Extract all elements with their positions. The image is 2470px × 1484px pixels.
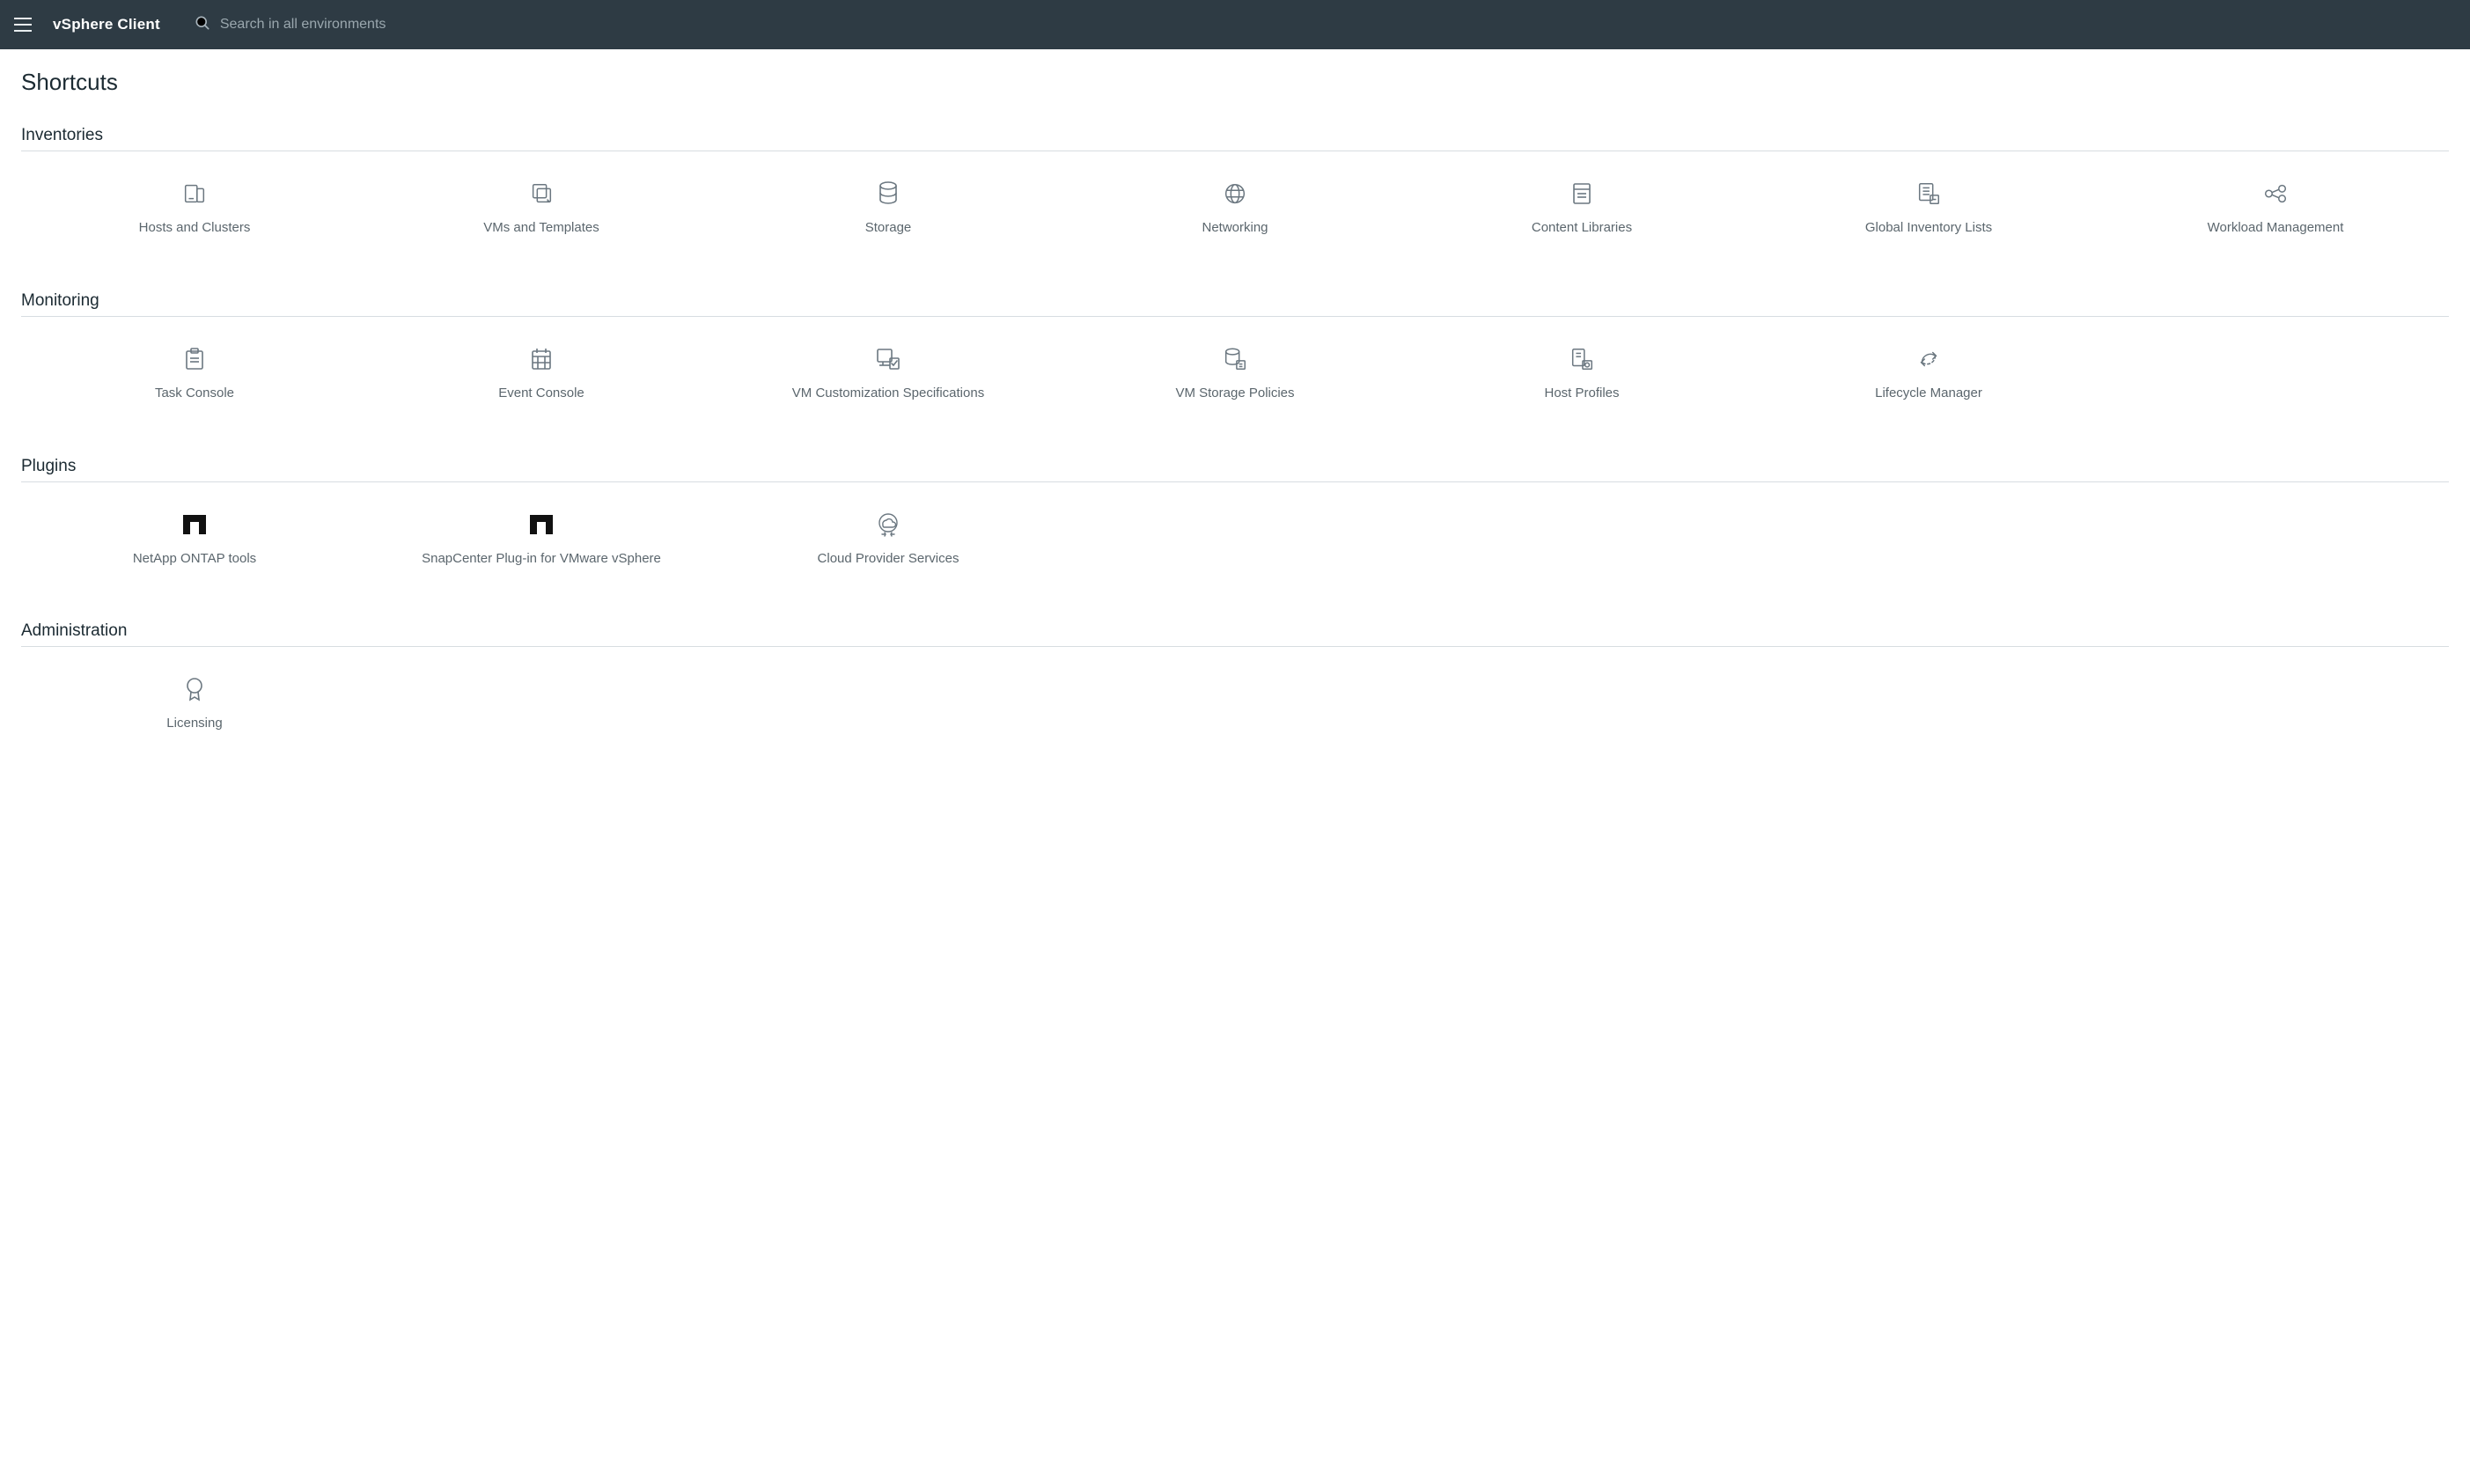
tile-label: Licensing bbox=[166, 716, 222, 732]
section-administration: Administration Licensing bbox=[21, 621, 2449, 745]
vm-storage-policies-icon bbox=[1222, 342, 1248, 377]
tile-label: Content Libraries bbox=[1532, 220, 1632, 237]
tile-netapp-ontap-tools[interactable]: NetApp ONTAP tools bbox=[21, 498, 368, 580]
section-inventories: Inventories Hosts and Clusters bbox=[21, 126, 2449, 249]
tile-vm-storage-policies[interactable]: VM Storage Policies bbox=[1062, 333, 1408, 415]
tile-label: Networking bbox=[1202, 220, 1268, 237]
topbar: vSphere Client bbox=[0, 0, 2470, 49]
main-content: Shortcuts Inventories Hosts and Clusters bbox=[0, 49, 2470, 840]
tile-cloud-provider-services[interactable]: Cloud Provider Services bbox=[715, 498, 1062, 580]
tile-label: Task Console bbox=[155, 386, 234, 402]
netapp-icon bbox=[181, 507, 208, 542]
tile-label: Global Inventory Lists bbox=[1865, 220, 1992, 237]
tile-vms-and-templates[interactable]: VMs and Templates bbox=[368, 167, 715, 249]
tile-label: VM Customization Specifications bbox=[792, 386, 984, 402]
tile-host-profiles[interactable]: Host Profiles bbox=[1408, 333, 1755, 415]
workload-management-icon bbox=[2261, 176, 2290, 211]
grid-administration: Licensing bbox=[21, 663, 2449, 745]
networking-icon bbox=[1222, 176, 1248, 211]
host-profiles-icon bbox=[1569, 342, 1595, 377]
tile-label: VMs and Templates bbox=[483, 220, 599, 237]
global-inventory-icon bbox=[1915, 176, 1942, 211]
section-monitoring: Monitoring Task Console bbox=[21, 291, 2449, 415]
tile-networking[interactable]: Networking bbox=[1062, 167, 1408, 249]
vms-templates-icon bbox=[528, 176, 555, 211]
section-title-monitoring: Monitoring bbox=[21, 291, 2449, 317]
tile-lifecycle-manager[interactable]: Lifecycle Manager bbox=[1755, 333, 2102, 415]
grid-inventories: Hosts and Clusters VMs and Templates bbox=[21, 167, 2449, 249]
lifecycle-manager-icon bbox=[1915, 342, 1942, 377]
section-title-plugins: Plugins bbox=[21, 457, 2449, 482]
search-icon bbox=[194, 14, 211, 36]
tile-snapcenter-plugin[interactable]: SnapCenter Plug-in for VMware vSphere bbox=[368, 498, 715, 580]
tile-content-libraries[interactable]: Content Libraries bbox=[1408, 167, 1755, 249]
tile-label: VM Storage Policies bbox=[1175, 386, 1294, 402]
snapcenter-icon bbox=[528, 507, 555, 542]
hamburger-menu-button[interactable] bbox=[12, 12, 37, 37]
section-title-administration: Administration bbox=[21, 621, 2449, 647]
tile-storage[interactable]: Storage bbox=[715, 167, 1062, 249]
licensing-icon bbox=[183, 672, 206, 707]
tile-licensing[interactable]: Licensing bbox=[21, 663, 368, 745]
tile-label: NetApp ONTAP tools bbox=[133, 551, 256, 568]
tile-label: Host Profiles bbox=[1544, 386, 1619, 402]
tile-label: Workload Management bbox=[2208, 220, 2344, 237]
tile-label: Cloud Provider Services bbox=[818, 551, 959, 568]
tile-label: Event Console bbox=[498, 386, 584, 402]
section-title-inventories: Inventories bbox=[21, 126, 2449, 151]
tile-vm-customization-specs[interactable]: VM Customization Specifications bbox=[715, 333, 1062, 415]
search-area bbox=[194, 14, 537, 36]
hosts-clusters-icon bbox=[181, 176, 208, 211]
page-title: Shortcuts bbox=[21, 69, 2449, 96]
tile-label: Hosts and Clusters bbox=[139, 220, 251, 237]
task-console-icon bbox=[182, 342, 207, 377]
tile-event-console[interactable]: Event Console bbox=[368, 333, 715, 415]
tile-task-console[interactable]: Task Console bbox=[21, 333, 368, 415]
content-libraries-icon bbox=[1569, 176, 1594, 211]
cloud-provider-icon bbox=[873, 507, 903, 542]
tile-global-inventory-lists[interactable]: Global Inventory Lists bbox=[1755, 167, 2102, 249]
storage-icon bbox=[876, 176, 901, 211]
event-console-icon bbox=[529, 342, 554, 377]
section-plugins: Plugins NetApp ONTAP tools SnapCenter Pl… bbox=[21, 457, 2449, 580]
app-title: vSphere Client bbox=[53, 16, 160, 33]
vm-customization-icon bbox=[874, 342, 902, 377]
grid-plugins: NetApp ONTAP tools SnapCenter Plug-in fo… bbox=[21, 498, 2449, 580]
tile-label: Lifecycle Manager bbox=[1875, 386, 1982, 402]
tile-hosts-and-clusters[interactable]: Hosts and Clusters bbox=[21, 167, 368, 249]
tile-label: SnapCenter Plug-in for VMware vSphere bbox=[422, 551, 661, 568]
search-input[interactable] bbox=[220, 17, 537, 33]
tile-label: Storage bbox=[865, 220, 912, 237]
tile-workload-management[interactable]: Workload Management bbox=[2102, 167, 2449, 249]
grid-monitoring: Task Console Event Console bbox=[21, 333, 2449, 415]
